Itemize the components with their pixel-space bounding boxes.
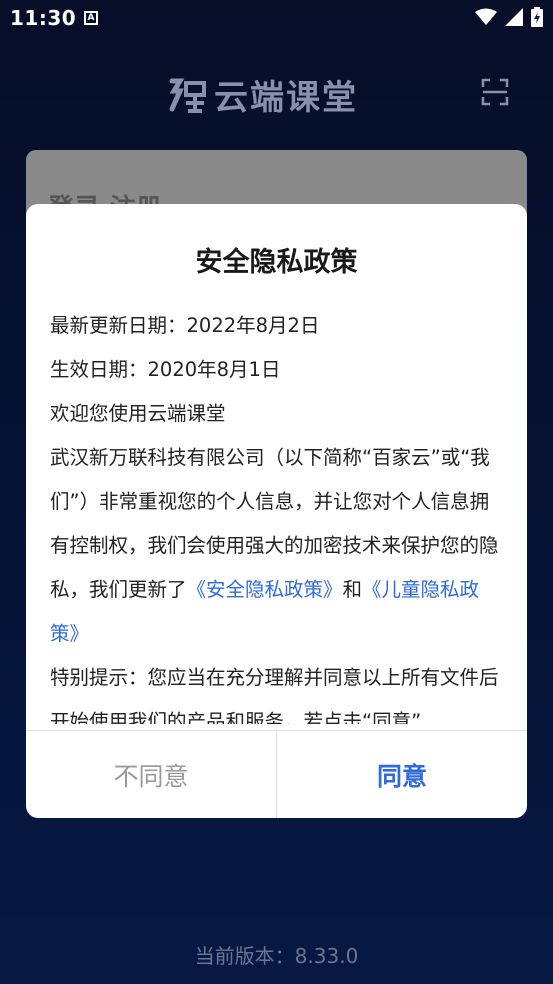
- policy-paragraph: 武汉新万联科技有限公司（以下简称“百家云”或“我们”）非常重视您的个人信息，并让…: [50, 436, 506, 656]
- notice-paragraph: 特别提示：您应当在充分理解并同意以上所有文件后开始使用我们的产品和服务，若点击“…: [50, 666, 499, 724]
- disagree-button[interactable]: 不同意: [26, 731, 276, 818]
- app-logo: 云端课堂: [168, 70, 358, 119]
- dialog-body[interactable]: 最新更新日期：2022年8月2日 生效日期：2020年8月1日 欢迎您使用云端课…: [50, 304, 506, 724]
- and-text: 和: [342, 578, 363, 601]
- status-bar: 11:30 A: [0, 0, 553, 38]
- updated-date: 最新更新日期：2022年8月2日: [50, 314, 320, 337]
- privacy-policy-link[interactable]: 《安全隐私政策》: [187, 578, 343, 601]
- agree-button[interactable]: 同意: [277, 731, 527, 818]
- logo-mark-icon: [169, 78, 206, 113]
- notification-a-icon: A: [84, 11, 98, 25]
- signal-icon: [505, 8, 523, 26]
- logo-text: 云端课堂: [214, 78, 358, 118]
- wifi-icon: [475, 8, 497, 25]
- version-label: 当前版本：8.33.0: [194, 944, 359, 968]
- app-header: 云端课堂: [0, 60, 553, 130]
- dialog-title: 安全隐私政策: [195, 247, 358, 278]
- scan-icon[interactable]: [481, 78, 509, 106]
- privacy-dialog: 安全隐私政策 最新更新日期：2022年8月2日 生效日期：2020年8月1日 欢…: [26, 204, 527, 818]
- welcome-text: 欢迎您使用云端课堂: [50, 402, 226, 425]
- status-icons: [475, 7, 543, 27]
- status-time: 11:30: [10, 6, 77, 30]
- effective-date: 生效日期：2020年8月1日: [50, 358, 281, 381]
- battery-icon: [531, 7, 543, 27]
